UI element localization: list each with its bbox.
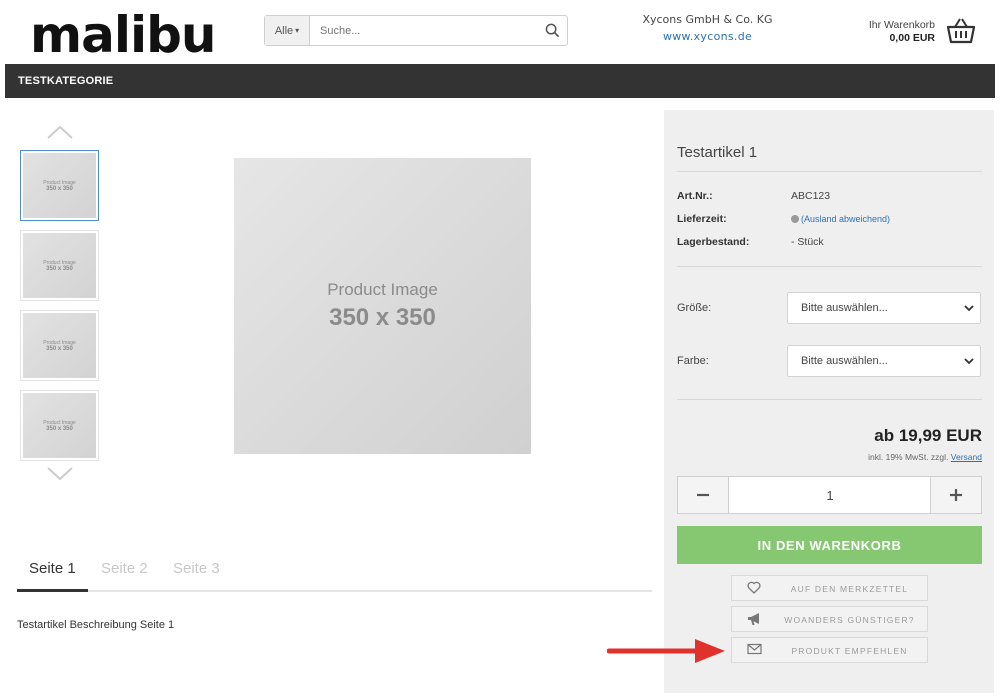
color-label: Farbe: [677, 355, 709, 367]
active-tab-indicator [17, 589, 88, 592]
add-to-cart-button[interactable]: IN DEN WARENKORB [677, 526, 982, 564]
main-image-text: Product Image [327, 280, 438, 299]
description-tabs: Seite 1 Seite 2 Seite 3 [17, 558, 652, 592]
color-select-value: Bitte auswählen... [801, 355, 888, 367]
chevron-up-icon[interactable] [46, 124, 74, 140]
status-dot-icon [791, 215, 799, 223]
search-category-label: Alle [274, 24, 294, 37]
buy-box: Testartikel 1 Art.Nr.: ABC123 Lieferzeit… [664, 110, 994, 693]
main-product-image[interactable]: Product Image 350 x 350 [234, 158, 531, 454]
recommend-product-button[interactable]: PRODUKT EMPFEHLEN [731, 637, 928, 663]
recommend-product-label: PRODUKT EMPFEHLEN [791, 646, 908, 656]
search-icon[interactable] [537, 16, 567, 45]
size-select-value: Bitte auswählen... [801, 302, 888, 314]
color-select[interactable]: Bitte auswählen... [787, 345, 981, 377]
megaphone-icon [747, 612, 763, 628]
delivery-value[interactable]: (Ausland abweichend) [791, 214, 890, 224]
divider [677, 266, 982, 267]
caret-down-icon: ▾ [295, 26, 300, 35]
company-url-link[interactable]: www.xycons.de [620, 30, 795, 43]
shipping-link[interactable]: Versand [951, 452, 982, 462]
delivery-label: Lieferzeit: [677, 213, 727, 225]
cart-amount: 0,00 EUR [889, 32, 935, 44]
size-select[interactable]: Bitte auswählen... [787, 292, 981, 324]
art-nr-value: ABC123 [791, 190, 831, 202]
size-label: Größe: [677, 302, 712, 314]
divider [677, 171, 982, 172]
thumb-size: 350 x 350 [46, 425, 73, 432]
cheaper-elsewhere-label: WOANDERS GÜNSTIGER? [784, 615, 915, 625]
product-price: ab 19,99 EUR [874, 426, 982, 445]
wishlist-button[interactable]: AUF DEN MERKZETTEL [731, 575, 928, 601]
wishlist-label: AUF DEN MERKZETTEL [790, 584, 909, 594]
main-navigation: TESTKATEGORIE [5, 64, 995, 98]
chevron-down-icon [963, 302, 975, 317]
tax-text: inkl. 19% MwSt. zzgl. [868, 452, 949, 462]
basket-icon[interactable] [946, 16, 976, 49]
thumbnail-image[interactable]: Product Image 350 x 350 [20, 230, 99, 301]
search-input[interactable] [310, 16, 537, 45]
search-category-dropdown[interactable]: Alle ▾ [265, 16, 310, 45]
cart-summary[interactable]: Ihr Warenkorb 0,00 EUR [845, 19, 935, 45]
main-image-size: 350 x 350 [329, 304, 436, 331]
tab-seite-3[interactable]: Seite 3 [173, 560, 220, 577]
thumb-size: 350 x 350 [46, 265, 73, 272]
tax-info: inkl. 19% MwSt. zzgl. Versand [868, 452, 982, 462]
minus-icon [697, 493, 709, 497]
company-name: Xycons GmbH & Co. KG [642, 13, 773, 26]
tab-seite-2[interactable]: Seite 2 [101, 560, 148, 577]
logo[interactable]: malibu [30, 6, 217, 64]
tab-description-text: Testartikel Beschreibung Seite 1 [17, 619, 175, 631]
stock-label: Lagerbestand: [677, 236, 750, 248]
delivery-text: (Ausland abweichend) [801, 214, 891, 224]
thumb-size: 350 x 350 [46, 345, 73, 352]
red-arrow-icon [606, 636, 729, 671]
thumbnail-image[interactable]: Product Image 350 x 350 [20, 390, 99, 461]
search-bar: Alle ▾ [264, 15, 568, 46]
chevron-down-icon[interactable] [46, 466, 74, 482]
product-title: Testartikel 1 [677, 144, 758, 161]
envelope-icon [747, 643, 762, 657]
plus-icon [950, 489, 962, 501]
stock-value: - Stück [791, 236, 824, 248]
thumb-size: 350 x 350 [46, 185, 73, 192]
divider [677, 399, 982, 400]
thumbnail-image[interactable]: Product Image 350 x 350 [20, 150, 99, 221]
quantity-stepper [677, 476, 982, 514]
cart-label: Ihr Warenkorb [868, 19, 935, 31]
chevron-down-icon [963, 355, 975, 370]
tab-seite-1[interactable]: Seite 1 [29, 560, 76, 577]
art-nr-label: Art.Nr.: [677, 190, 713, 202]
quantity-increase-button[interactable] [930, 477, 981, 513]
nav-item-testkategorie[interactable]: TESTKATEGORIE [18, 75, 113, 87]
company-info: Xycons GmbH & Co. KG www.xycons.de [620, 13, 795, 43]
cheaper-elsewhere-button[interactable]: WOANDERS GÜNSTIGER? [731, 606, 928, 632]
quantity-decrease-button[interactable] [678, 477, 729, 513]
heart-icon [747, 581, 761, 596]
quantity-input[interactable] [730, 477, 930, 513]
thumbnail-image[interactable]: Product Image 350 x 350 [20, 310, 99, 381]
